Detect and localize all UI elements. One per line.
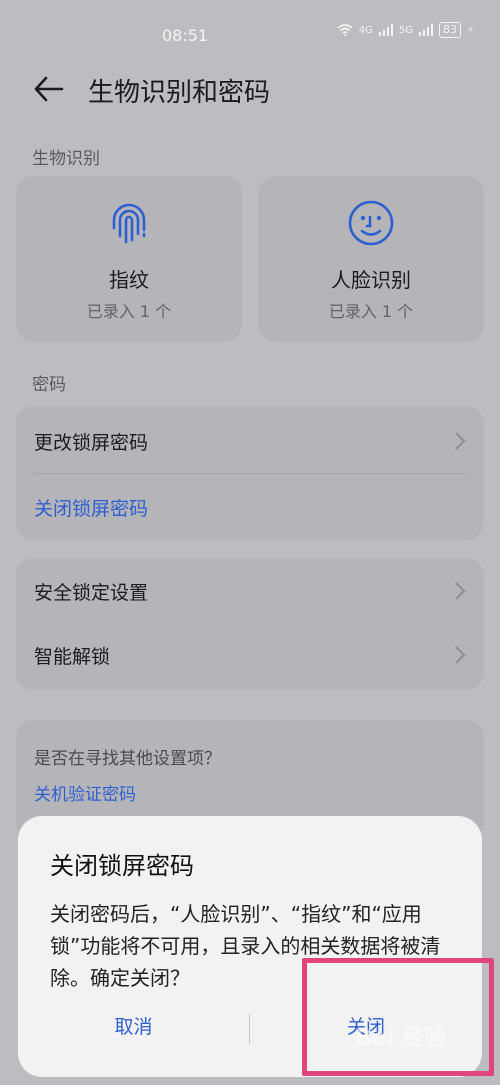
- smart-unlock-row[interactable]: 智能解锁: [16, 622, 484, 688]
- smart-unlock-label: 智能解锁: [34, 646, 111, 668]
- back-button[interactable]: [32, 72, 66, 106]
- password-card: 更改锁屏密码 关闭锁屏密码: [16, 406, 484, 540]
- baidu-watermark: Bai 经验: [355, 1026, 446, 1051]
- status-icons: 4G 5G 83 ⚡: [337, 22, 474, 38]
- arrow-left-icon: [34, 76, 64, 102]
- security-lock-settings-label: 安全锁定设置: [34, 582, 149, 604]
- charging-icon: ⚡: [466, 24, 474, 36]
- fingerprint-card[interactable]: 指纹 已录入 1 个: [16, 176, 242, 342]
- suggestion-question: 是否在寻找其他设置项？: [34, 749, 221, 769]
- fingerprint-icon: [112, 203, 146, 244]
- security-lock-settings-row[interactable]: 安全锁定设置: [16, 558, 484, 624]
- signal-bars-icon: [418, 24, 433, 36]
- signal-bars-icon: [378, 24, 393, 36]
- cancel-button[interactable]: 取消: [18, 1002, 249, 1052]
- change-lock-password-label: 更改锁屏密码: [34, 432, 149, 454]
- close-lock-password-row[interactable]: 关闭锁屏密码: [16, 474, 484, 540]
- battery-level: 83: [438, 22, 461, 38]
- face-recognition-card[interactable]: 人脸识别 已录入 1 个: [258, 176, 484, 342]
- fingerprint-status: 已录入 1 个: [86, 302, 172, 321]
- face-recognition-label: 人脸识别: [331, 268, 411, 292]
- highlight-annotation: [302, 958, 494, 1076]
- change-lock-password-row[interactable]: 更改锁屏密码: [16, 408, 484, 474]
- password-section-label: 密码: [32, 375, 66, 395]
- security-card: 安全锁定设置 智能解锁: [16, 558, 484, 690]
- status-time: 08:51: [161, 26, 209, 45]
- wifi-icon: [337, 24, 353, 36]
- face-recognition-status: 已录入 1 个: [328, 302, 414, 321]
- page-title: 生物识别和密码: [88, 78, 271, 108]
- fingerprint-label: 指纹: [109, 268, 149, 292]
- chevron-right-icon: [455, 432, 466, 450]
- signal-5g-label: 5G: [398, 24, 413, 36]
- chevron-right-icon: [455, 646, 466, 664]
- close-lock-password-label: 关闭锁屏密码: [34, 498, 149, 520]
- biometrics-section-label: 生物识别: [32, 149, 100, 169]
- chevron-right-icon: [455, 582, 466, 600]
- shutdown-password-link[interactable]: 关机验证密码: [34, 780, 136, 805]
- face-icon: [348, 200, 394, 246]
- dialog-title: 关闭锁屏密码: [50, 852, 194, 880]
- signal-4g-label: 4G: [358, 24, 373, 36]
